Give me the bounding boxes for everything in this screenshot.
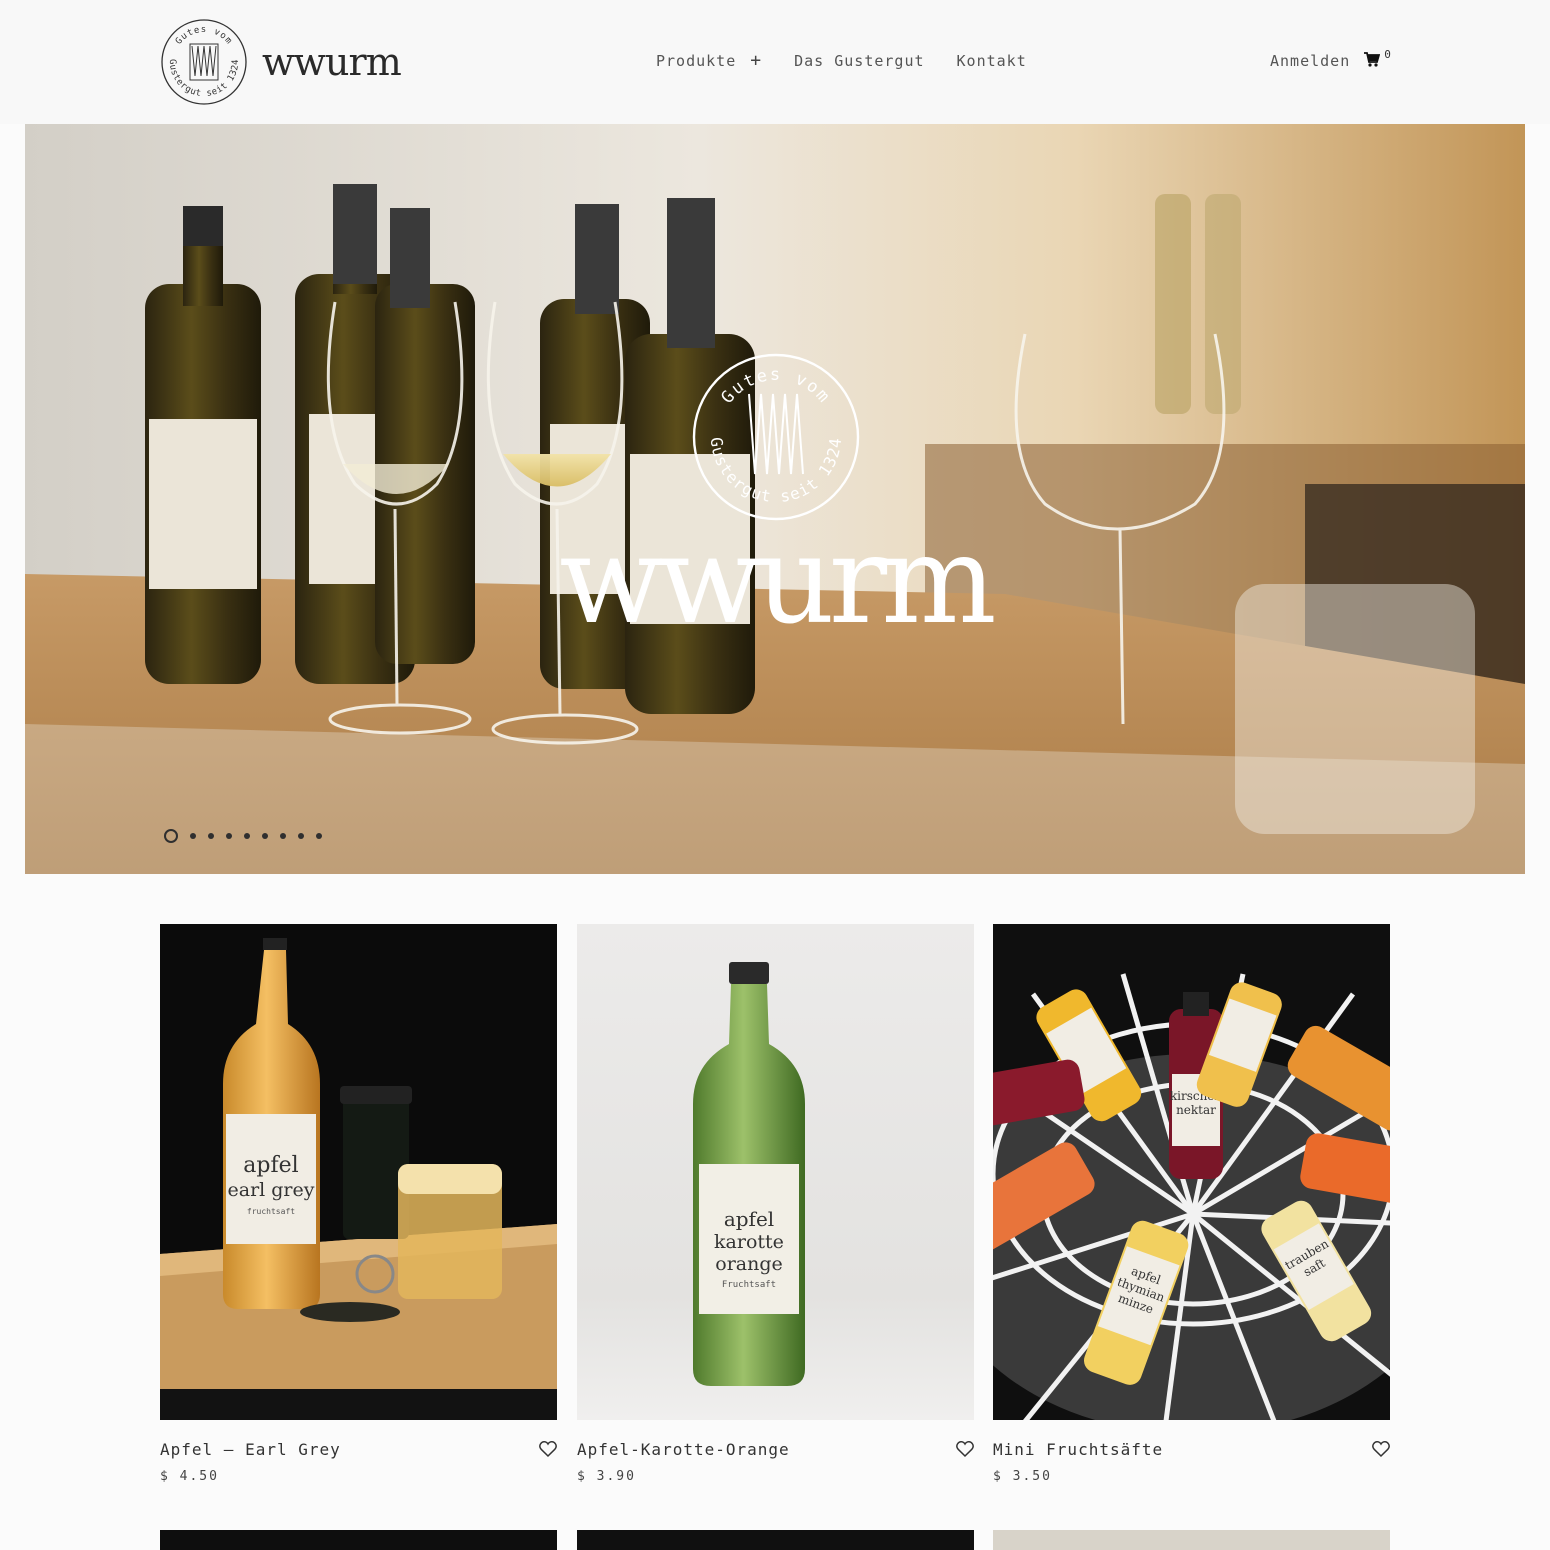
svg-text:Gutes vom: Gutes vom	[717, 365, 834, 408]
cart-button[interactable]: 0	[1364, 48, 1392, 67]
hero-badge-icon: Gutes vom Gustergut seit 1324	[692, 353, 860, 521]
product-image-next[interactable]	[160, 1530, 557, 1550]
product-photo: apfel karotte orange Fruchtsaft	[577, 924, 974, 1420]
product-image[interactable]: kirschen nektar trauben saft apfel thymi…	[993, 924, 1390, 1420]
slider-dot-6[interactable]	[262, 833, 268, 839]
product-label-line: apfel	[724, 1207, 774, 1231]
plus-icon: +	[750, 50, 763, 71]
logo-badge-icon: Gutes vom Gustergut seit 1324	[161, 19, 247, 105]
nav-item-das-gustergut[interactable]: Das Gustergut	[794, 52, 924, 70]
slider-dot-3[interactable]	[208, 833, 214, 839]
slider-pagination	[164, 829, 322, 843]
heart-icon[interactable]	[539, 1440, 557, 1458]
main-nav: Produkte + Das Gustergut Kontakt	[656, 50, 1027, 71]
account-area: Anmelden 0	[1270, 48, 1392, 70]
product-photo: apfel earl grey fruchtsaft	[160, 924, 557, 1420]
hero-slider[interactable]: Gutes vom Gustergut seit 1324 wwurm	[25, 124, 1525, 874]
product-label-line: orange	[715, 1253, 783, 1275]
product-label-line: Fruchtsaft	[722, 1280, 776, 1290]
nav-item-produkte-label: Produkte	[656, 52, 737, 70]
product-price: $ 3.50	[993, 1469, 1052, 1484]
product-price: $ 3.90	[577, 1469, 636, 1484]
product-label-line: fruchtsaft	[247, 1207, 295, 1216]
slider-dot-4[interactable]	[226, 833, 232, 839]
site-logo[interactable]: Gutes vom Gustergut seit 1324 wwurm	[160, 18, 402, 106]
product-image[interactable]: apfel karotte orange Fruchtsaft	[577, 924, 974, 1420]
product-label-line: nektar	[1176, 1103, 1216, 1117]
slider-dot-7[interactable]	[280, 833, 286, 839]
product-price: $ 4.50	[160, 1469, 219, 1484]
product-image-next[interactable]	[577, 1530, 974, 1550]
hero-badge-top-text: Gutes vom	[717, 365, 832, 408]
nav-item-kontakt[interactable]: Kontakt	[957, 52, 1027, 70]
slider-dot-1[interactable]	[164, 829, 178, 843]
nav-item-produkte[interactable]: Produkte +	[656, 50, 763, 71]
svg-text:Gustergut seit 1324: Gustergut seit 1324	[167, 59, 241, 99]
product-label-line: apfel	[243, 1153, 298, 1178]
site-header: Gutes vom Gustergut seit 1324 wwurm Prod…	[0, 0, 1550, 124]
product-image-next[interactable]	[993, 1530, 1390, 1550]
product-card: apfel earl grey fruchtsaft Apfel – Earl …	[160, 924, 557, 1484]
product-label-line: earl grey	[228, 1179, 315, 1201]
slider-dot-8[interactable]	[298, 833, 304, 839]
heart-icon[interactable]	[1372, 1440, 1390, 1458]
login-link[interactable]: Anmelden	[1270, 52, 1350, 70]
logo-wordmark: wwurm	[262, 40, 402, 84]
product-name[interactable]: Mini Fruchtsäfte	[993, 1440, 1163, 1459]
product-card: apfel karotte orange Fruchtsaft Apfel-Ka…	[577, 924, 974, 1484]
product-image[interactable]: apfel earl grey fruchtsaft	[160, 924, 557, 1420]
product-name[interactable]: Apfel – Earl Grey	[160, 1440, 341, 1459]
slider-dot-2[interactable]	[190, 833, 196, 839]
hero-wordmark: wwurm	[559, 509, 996, 651]
product-label-line: karotte	[714, 1231, 784, 1253]
cart-count: 0	[1384, 48, 1392, 61]
product-name[interactable]: Apfel-Karotte-Orange	[577, 1440, 790, 1459]
slider-dot-9[interactable]	[316, 833, 322, 839]
logo-badge-bottom-text: Gustergut seit 1324	[167, 59, 241, 99]
slider-dot-5[interactable]	[244, 833, 250, 839]
cart-icon	[1364, 52, 1381, 67]
product-photo: kirschen nektar trauben saft apfel thymi…	[993, 924, 1390, 1420]
product-card: kirschen nektar trauben saft apfel thymi…	[993, 924, 1390, 1484]
heart-icon[interactable]	[956, 1440, 974, 1458]
